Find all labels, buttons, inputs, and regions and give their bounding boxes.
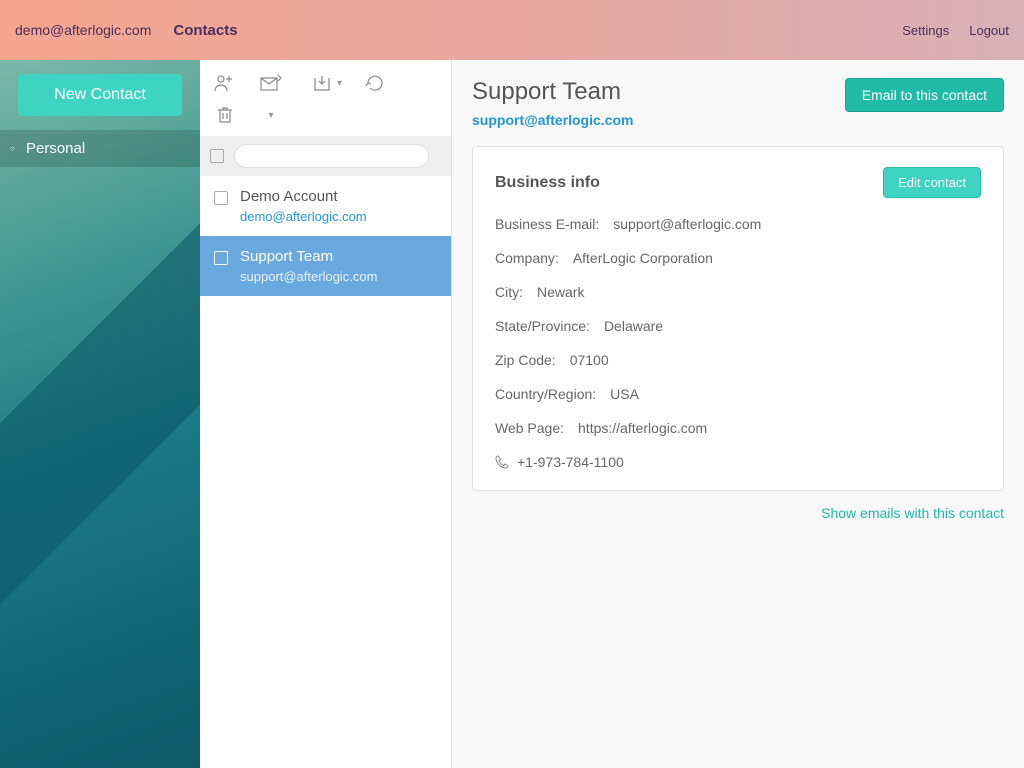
search-input[interactable] [234, 144, 429, 168]
show-emails-link[interactable]: Show emails with this contact [821, 505, 1004, 521]
select-all-checkbox[interactable] [210, 149, 224, 163]
settings-link[interactable]: Settings [902, 23, 949, 38]
field-label: Business E-mail: [495, 216, 599, 232]
detail-panel: Support Team support@afterlogic.com Emai… [452, 60, 1024, 768]
app-header: demo@afterlogic.com Contacts Settings Lo… [0, 0, 1024, 60]
field-value: USA [610, 386, 639, 402]
new-contact-button[interactable]: New Contact [18, 74, 182, 116]
field-company: Company: AfterLogic Corporation [495, 250, 981, 266]
detail-title: Support Team [472, 78, 633, 106]
delete-icon[interactable] [214, 104, 236, 126]
contact-checkbox[interactable] [214, 191, 228, 205]
detail-email[interactable]: support@afterlogic.com [472, 112, 633, 128]
business-info-card: Business info Edit contact Business E-ma… [472, 146, 1004, 491]
field-value: +1-973-784-1100 [517, 454, 624, 470]
contact-info: Demo Account demo@afterlogic.com [240, 188, 437, 224]
field-business-email: Business E-mail: support@afterlogic.com [495, 216, 981, 232]
field-label: City: [495, 284, 523, 300]
account-email[interactable]: demo@afterlogic.com [15, 22, 151, 38]
refresh-icon[interactable] [364, 72, 386, 94]
add-contact-icon[interactable] [214, 72, 236, 94]
show-emails-row: Show emails with this contact [472, 505, 1004, 521]
phone-icon [495, 455, 509, 469]
email-contact-button[interactable]: Email to this contact [845, 78, 1004, 112]
field-value: Newark [537, 284, 584, 300]
contact-email: support@afterlogic.com [240, 269, 437, 284]
compose-icon[interactable] [260, 72, 282, 94]
field-value: AfterLogic Corporation [573, 250, 713, 266]
contact-info: Support Team support@afterlogic.com [240, 248, 437, 284]
contact-list-panel: ▾ ▾ 🔍 Demo Account demo@ [200, 60, 452, 768]
chevron-down-icon: ▾ [337, 78, 342, 89]
more-actions-icon[interactable]: ▾ [260, 104, 282, 126]
field-value: support@afterlogic.com [613, 216, 761, 232]
header-left: demo@afterlogic.com Contacts [15, 22, 238, 39]
contact-item[interactable]: Demo Account demo@afterlogic.com [200, 176, 451, 236]
detail-header: Support Team support@afterlogic.com Emai… [472, 78, 1004, 128]
field-city: City: Newark [495, 284, 981, 300]
sidebar: New Contact Personal [0, 60, 200, 768]
contact-item-selected[interactable]: Support Team support@afterlogic.com [200, 236, 451, 296]
logout-link[interactable]: Logout [969, 23, 1009, 38]
list-toolbar: ▾ [200, 60, 451, 100]
list-toolbar-row2: ▾ [200, 100, 451, 136]
card-title: Business info [495, 174, 600, 192]
chevron-down-icon: ▾ [268, 110, 273, 121]
field-value: https://afterlogic.com [578, 420, 707, 436]
field-webpage: Web Page: https://afterlogic.com [495, 420, 981, 436]
field-state: State/Province: Delaware [495, 318, 981, 334]
header-right: Settings Logout [902, 23, 1009, 38]
edit-contact-button[interactable]: Edit contact [883, 167, 981, 198]
import-export-icon[interactable]: ▾ [306, 72, 340, 94]
field-value: Delaware [604, 318, 663, 334]
contact-name: Support Team [240, 248, 437, 265]
card-header: Business info Edit contact [495, 167, 981, 198]
sidebar-group-personal[interactable]: Personal [0, 130, 200, 167]
field-label: Company: [495, 250, 559, 266]
search-row: 🔍 [200, 136, 451, 176]
field-label: Country/Region: [495, 386, 596, 402]
contact-email: demo@afterlogic.com [240, 209, 437, 224]
contact-name: Demo Account [240, 188, 437, 205]
field-value: 07100 [570, 352, 609, 368]
field-zip: Zip Code: 07100 [495, 352, 981, 368]
tab-contacts[interactable]: Contacts [173, 22, 237, 39]
contact-checkbox[interactable] [214, 251, 228, 265]
field-country: Country/Region: USA [495, 386, 981, 402]
field-label: Zip Code: [495, 352, 556, 368]
field-phone: +1-973-784-1100 [495, 454, 981, 470]
field-label: State/Province: [495, 318, 590, 334]
field-label: Web Page: [495, 420, 564, 436]
